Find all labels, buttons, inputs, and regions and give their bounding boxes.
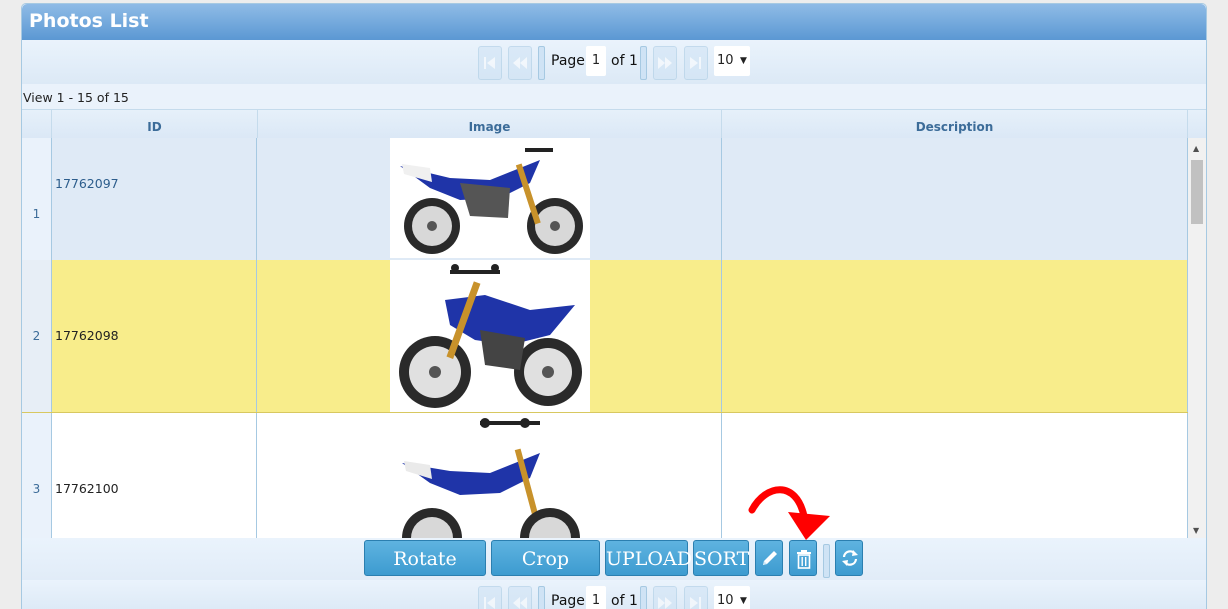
page-size-select[interactable]: 10 ▼ <box>714 46 750 76</box>
photo-actions-toolbar: Rotate Photo Crop Photo UPLOAD SORT <box>22 538 1206 606</box>
column-header-id[interactable]: ID <box>52 110 258 138</box>
sort-button[interactable]: SORT <box>693 540 749 576</box>
next-page-icon <box>658 597 672 609</box>
photo-image-cell <box>258 413 722 538</box>
page-of-label: of 1 <box>611 53 638 69</box>
motorcycle-photo[interactable] <box>390 138 590 258</box>
scroll-up-icon[interactable]: ▲ <box>1193 144 1199 153</box>
photo-description-cell <box>722 260 1188 412</box>
page-number-input[interactable]: 1 <box>586 46 606 76</box>
prev-page-icon <box>513 597 527 609</box>
photos-list-panel: Photos List Page 1 of 1 10 ▼ View 1 - 15… <box>21 3 1207 609</box>
row-number-header <box>22 110 52 138</box>
photo-id-cell: 17762100 <box>52 413 257 538</box>
panel-titlebar: Photos List <box>22 4 1206 40</box>
upload-button[interactable]: UPLOAD <box>605 540 692 576</box>
last-page-button[interactable] <box>684 586 708 609</box>
motorcycle-photo[interactable] <box>390 260 590 412</box>
scroll-down-icon[interactable]: ▼ <box>1193 526 1199 535</box>
column-header-image[interactable]: Image <box>258 110 722 138</box>
crop-photo-button[interactable]: Crop Photo <box>491 540 600 606</box>
first-page-icon <box>484 597 495 609</box>
page-label: Page <box>551 593 585 609</box>
photos-grid: 1 17762097 2 17762098 3 17762100 <box>22 138 1188 538</box>
trash-icon <box>797 550 811 569</box>
page-size-select[interactable]: 10 ▼ <box>714 586 750 609</box>
motorcycle-photo[interactable] <box>390 413 590 538</box>
table-row-selected[interactable]: 2 17762098 <box>22 260 1188 413</box>
bottom-pager: Page 1 of 1 10 ▼ <box>22 580 1206 609</box>
dropdown-caret-icon: ▼ <box>740 56 747 66</box>
prev-page-icon <box>513 57 527 69</box>
first-page-button[interactable] <box>478 586 502 609</box>
rotate-photo-button[interactable]: Rotate Photo <box>364 540 486 606</box>
next-page-icon <box>658 57 672 69</box>
last-page-icon <box>690 597 701 609</box>
panel-title: Photos List <box>29 10 149 32</box>
pager-separator <box>640 46 647 80</box>
last-page-button[interactable] <box>684 46 708 80</box>
photo-image-cell <box>258 260 722 412</box>
last-page-icon <box>690 57 701 69</box>
row-number: 2 <box>22 260 52 412</box>
delete-photo-button[interactable] <box>789 540 817 576</box>
grid-vertical-scrollbar[interactable]: ▲ ▼ <box>1188 138 1206 538</box>
page-of-label: of 1 <box>611 593 638 609</box>
page-size-value: 10 <box>717 593 734 608</box>
prev-page-button[interactable] <box>508 46 532 80</box>
dropdown-caret-icon: ▼ <box>740 596 747 606</box>
refresh-icon <box>842 550 858 566</box>
pager-separator <box>538 586 545 609</box>
next-page-button[interactable] <box>653 46 677 80</box>
refresh-button[interactable] <box>835 540 863 576</box>
top-pager: Page 1 of 1 10 ▼ <box>22 40 1206 84</box>
next-page-button[interactable] <box>653 586 677 609</box>
first-page-icon <box>484 57 495 69</box>
column-header-description[interactable]: Description <box>722 110 1188 138</box>
prev-page-button[interactable] <box>508 586 532 609</box>
pager-separator <box>538 46 545 80</box>
annotation-arrow-icon <box>748 486 830 540</box>
page-number-input[interactable]: 1 <box>586 586 606 609</box>
page-size-value: 10 <box>717 53 734 68</box>
toolbar-separator <box>823 544 830 578</box>
scrollbar-thumb[interactable] <box>1191 160 1203 224</box>
first-page-button[interactable] <box>478 46 502 80</box>
edit-photo-button[interactable] <box>755 540 783 576</box>
pencil-icon <box>763 551 777 565</box>
row-number: 3 <box>22 413 52 538</box>
table-row[interactable]: 3 17762100 <box>22 413 1188 538</box>
view-records-info: View 1 - 15 of 15 <box>23 90 129 105</box>
pager-separator <box>640 586 647 609</box>
page-label: Page <box>551 53 585 69</box>
grid-header: ID Image Description <box>22 109 1206 139</box>
photo-id-cell: 17762098 <box>52 260 257 412</box>
